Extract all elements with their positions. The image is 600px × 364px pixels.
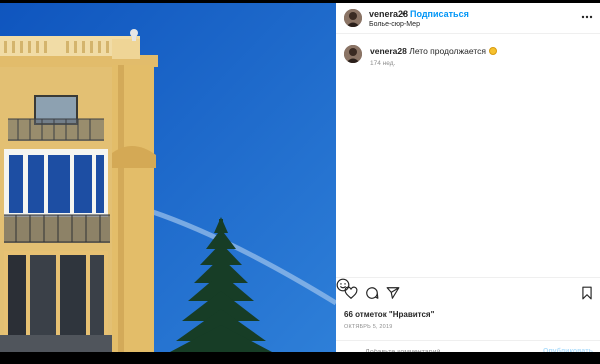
post-photo[interactable] [0,3,336,352]
post-date: ОКТЯБРЬ 5, 2019 [344,324,393,330]
separator-dot: • [402,9,406,19]
caption-username[interactable]: venera28 [370,46,407,56]
comment-icon[interactable] [365,286,379,300]
caption-text: Лето продолжается [409,46,486,56]
post-actions-section: 66 отметок "Нравится" ОКТЯБРЬ 5, 2019 Оп… [336,277,600,358]
caption-avatar[interactable] [344,45,362,63]
post-side-panel: venera28 • Подписаться Болье-сюр-Мер ven… [336,3,600,358]
more-options-icon[interactable] [580,10,594,24]
caption-age: 174 нед. [370,60,396,67]
bookmark-icon[interactable] [580,286,594,300]
sun-emoji-icon [489,47,498,55]
avatar[interactable] [344,9,362,27]
bottom-strip [0,352,600,364]
building-and-tree-image [0,3,336,352]
post-header: venera28 • Подписаться Болье-сюр-Мер [336,3,600,34]
likes-count[interactable]: 66 отметок "Нравится" [344,310,434,319]
emoji-smile-icon[interactable] [336,278,350,292]
follow-button[interactable]: Подписаться [410,9,469,19]
post-caption: venera28 Лето продолжается [370,46,498,56]
post-location[interactable]: Болье-сюр-Мер [369,21,420,28]
share-icon[interactable] [386,286,400,300]
